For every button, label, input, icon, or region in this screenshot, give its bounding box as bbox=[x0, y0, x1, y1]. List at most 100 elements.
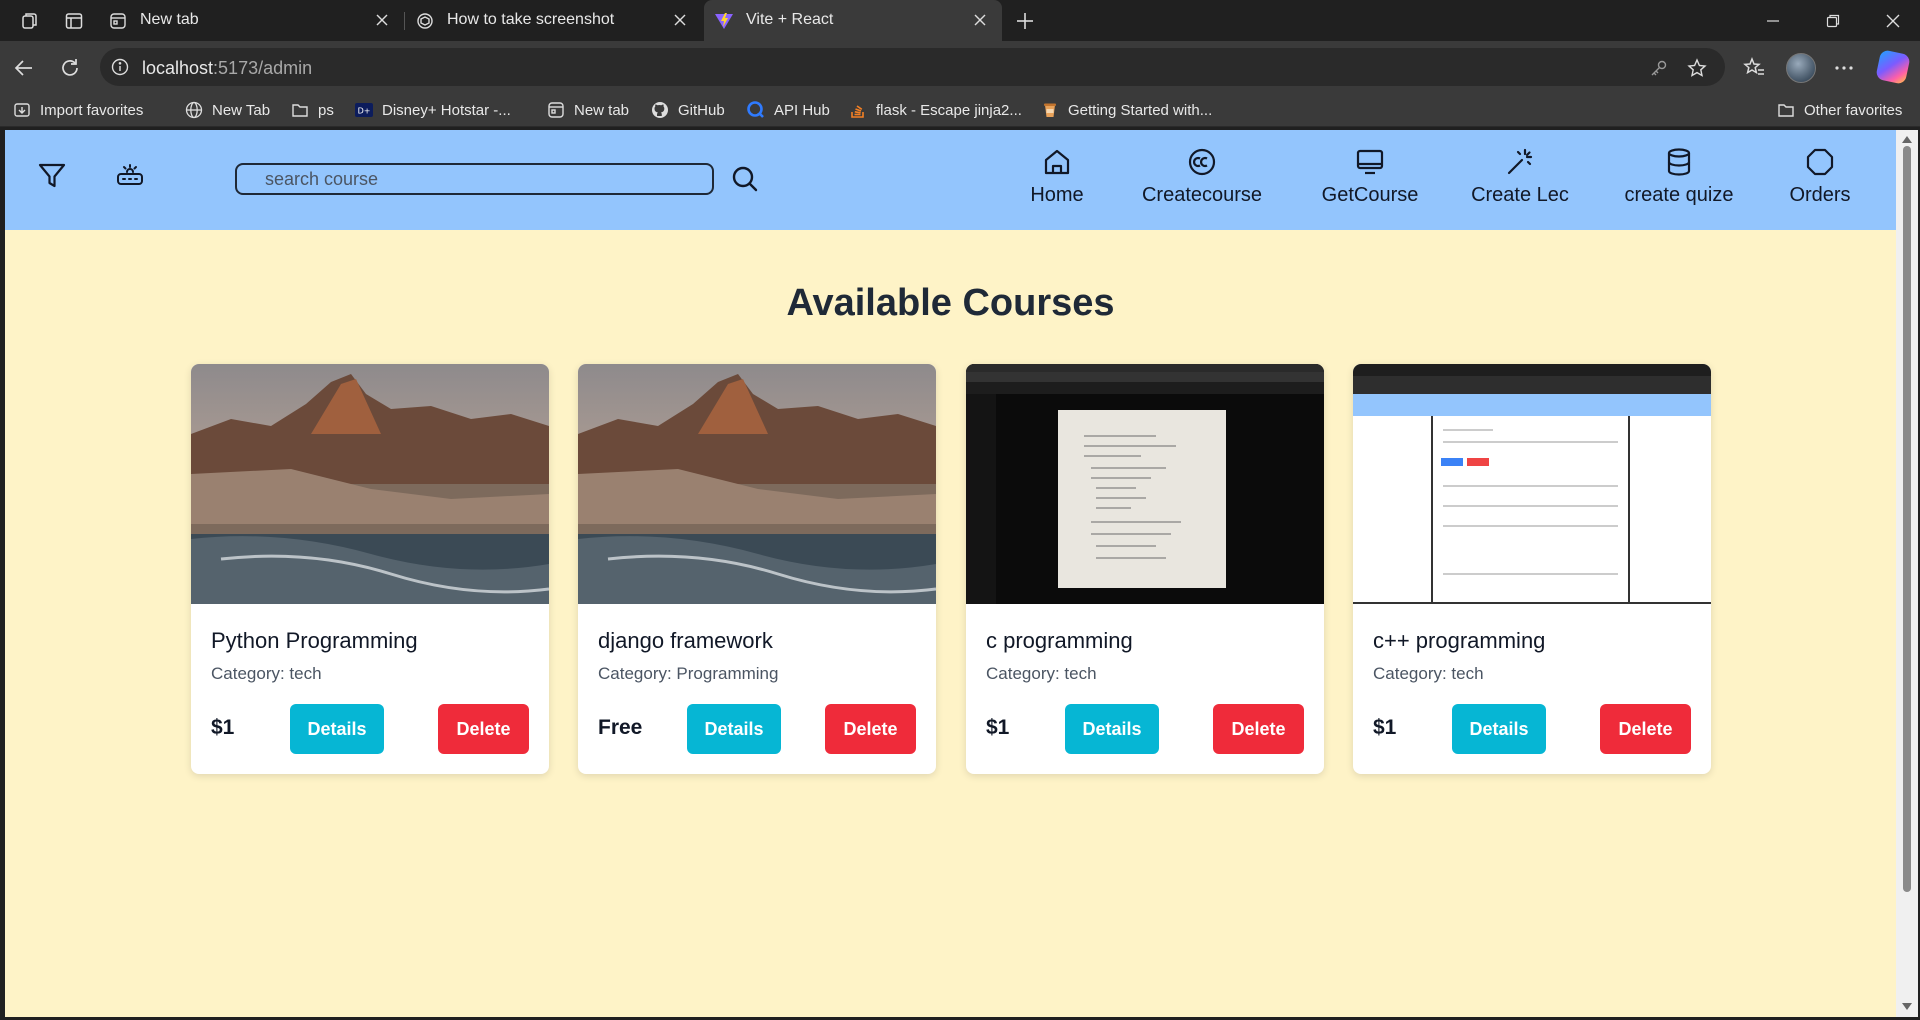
browser-toolbar: localhost:5173/admin bbox=[0, 41, 1920, 93]
cc-icon bbox=[1186, 146, 1218, 178]
svg-text:D+: D+ bbox=[358, 107, 371, 116]
search-course-field[interactable] bbox=[235, 163, 714, 195]
filter-icon[interactable] bbox=[35, 159, 69, 193]
nav-label: Create Lec bbox=[1471, 184, 1569, 206]
course-card: c++ programming Category: tech $1 Detail… bbox=[1353, 364, 1711, 774]
dashboard-icon[interactable] bbox=[113, 159, 147, 193]
details-button[interactable]: Details bbox=[1452, 704, 1546, 754]
course-card: c programming Category: tech $1 Details … bbox=[966, 364, 1324, 774]
workspaces-icon[interactable] bbox=[18, 9, 42, 33]
course-price: Free bbox=[598, 716, 643, 739]
app-navbar: Home Createcourse GetCourse Create Lec c… bbox=[5, 130, 1896, 230]
course-title: c++ programming bbox=[1373, 628, 1546, 653]
details-button[interactable]: Details bbox=[1065, 704, 1159, 754]
favorites-icon[interactable] bbox=[1740, 54, 1768, 82]
tab-title: New tab bbox=[140, 11, 199, 28]
new-tab-button[interactable] bbox=[1012, 8, 1038, 34]
course-thumbnail bbox=[191, 364, 549, 604]
favorite-star-icon[interactable] bbox=[1686, 57, 1708, 79]
search-icon[interactable] bbox=[728, 162, 762, 196]
nav-getcourse[interactable]: GetCourse bbox=[1310, 146, 1430, 216]
details-button[interactable]: Details bbox=[290, 704, 384, 754]
delete-button[interactable]: Delete bbox=[438, 704, 529, 754]
course-title: django framework bbox=[598, 628, 773, 653]
course-category: Category: tech bbox=[211, 664, 322, 683]
bookmark-label: Import favorites bbox=[40, 101, 144, 119]
delete-button[interactable]: Delete bbox=[1213, 704, 1304, 754]
github-icon bbox=[650, 100, 670, 120]
details-button[interactable]: Details bbox=[687, 704, 781, 754]
close-window-icon[interactable] bbox=[1880, 8, 1906, 34]
monitor-icon bbox=[1354, 146, 1386, 178]
bookmark-other-favorites[interactable]: Other favorites bbox=[1776, 99, 1902, 121]
delete-button[interactable]: Delete bbox=[825, 704, 916, 754]
bookmark-github[interactable]: GitHub bbox=[650, 99, 725, 121]
course-title: c programming bbox=[986, 628, 1133, 653]
cup-icon bbox=[1040, 100, 1060, 120]
bookmark-api-hub[interactable]: API Hub bbox=[746, 99, 830, 121]
course-thumbnail bbox=[1353, 364, 1711, 604]
bookmark-new-tab-2[interactable]: New tab bbox=[546, 99, 629, 121]
search-input[interactable] bbox=[237, 165, 712, 193]
address-bar[interactable]: localhost:5173/admin bbox=[100, 48, 1725, 86]
scrollbar-thumb[interactable] bbox=[1903, 146, 1911, 892]
database-icon bbox=[1663, 146, 1695, 178]
bookmark-label: New Tab bbox=[212, 101, 271, 119]
bookmark-label: flask - Escape jinja2... bbox=[876, 101, 1022, 119]
course-category: Category: Programming bbox=[598, 664, 779, 683]
copilot-icon[interactable] bbox=[1875, 49, 1911, 85]
tab-vite-react[interactable]: Vite + React bbox=[704, 0, 1002, 41]
nav-create-quize[interactable]: create quize bbox=[1612, 146, 1746, 216]
nav-label: GetCourse bbox=[1321, 184, 1419, 206]
refresh-icon[interactable] bbox=[56, 54, 84, 82]
bookmark-label: ps bbox=[318, 101, 334, 119]
folder-icon bbox=[1776, 100, 1796, 120]
nav-create-lec[interactable]: Create Lec bbox=[1465, 146, 1575, 216]
bookmark-getting-started[interactable]: Getting Started with... bbox=[1040, 99, 1212, 121]
close-tab-icon[interactable] bbox=[670, 10, 690, 30]
vertical-tabs-icon[interactable] bbox=[62, 9, 86, 33]
course-price: $1 bbox=[211, 716, 235, 739]
course-price: $1 bbox=[986, 716, 1010, 739]
back-icon[interactable] bbox=[10, 54, 38, 82]
minimize-icon[interactable] bbox=[1760, 8, 1786, 34]
key-icon[interactable] bbox=[1648, 57, 1670, 79]
bookmark-disney-hotstar[interactable]: D+ Disney+ Hotstar -... bbox=[354, 99, 511, 121]
bookmark-new-tab[interactable]: New Tab bbox=[184, 99, 270, 121]
nav-label: Orders bbox=[1789, 184, 1851, 206]
stackoverflow-icon bbox=[848, 100, 868, 120]
profile-avatar[interactable] bbox=[1786, 53, 1816, 83]
course-card: django framework Category: Programming F… bbox=[578, 364, 936, 774]
tab-title: How to take screenshot bbox=[447, 11, 615, 28]
close-tab-icon[interactable] bbox=[372, 10, 392, 30]
course-card: Python Programming Category: tech $1 Det… bbox=[191, 364, 549, 774]
tab-how-to-take-screenshot[interactable]: How to take screenshot bbox=[405, 0, 702, 41]
octagon-icon bbox=[1804, 146, 1836, 178]
bookmark-flask-escape-jinja2[interactable]: flask - Escape jinja2... bbox=[848, 99, 1022, 121]
course-category: Category: tech bbox=[986, 664, 1097, 683]
nav-home[interactable]: Home bbox=[1015, 146, 1099, 216]
restore-icon[interactable] bbox=[1820, 8, 1846, 34]
course-thumbnail bbox=[966, 364, 1324, 604]
nav-label: create quize bbox=[1624, 184, 1734, 206]
import-icon bbox=[12, 100, 32, 120]
site-info-icon[interactable] bbox=[110, 57, 130, 77]
globe-icon bbox=[184, 100, 204, 120]
url-text: localhost:5173/admin bbox=[142, 58, 313, 78]
tab-new-tab[interactable]: New tab bbox=[98, 0, 404, 41]
chatgpt-icon bbox=[415, 11, 435, 31]
page-scrollbar[interactable] bbox=[1896, 130, 1918, 1017]
hotstar-icon: D+ bbox=[354, 100, 374, 120]
nav-orders[interactable]: Orders bbox=[1780, 146, 1860, 216]
delete-button[interactable]: Delete bbox=[1600, 704, 1691, 754]
page-viewport: Home Createcourse GetCourse Create Lec c… bbox=[5, 130, 1896, 1017]
bookmark-ps[interactable]: ps bbox=[290, 99, 334, 121]
bookmark-label: Disney+ Hotstar -... bbox=[382, 101, 511, 119]
close-tab-icon[interactable] bbox=[970, 10, 990, 30]
home-icon bbox=[1041, 146, 1073, 178]
bookmark-label: Other favorites bbox=[1804, 101, 1903, 119]
bookmark-label: New tab bbox=[574, 101, 630, 119]
more-options-icon[interactable] bbox=[1830, 54, 1858, 82]
bookmark-import-favorites[interactable]: Import favorites bbox=[12, 99, 143, 121]
nav-createcourse[interactable]: Createcourse bbox=[1135, 146, 1269, 216]
